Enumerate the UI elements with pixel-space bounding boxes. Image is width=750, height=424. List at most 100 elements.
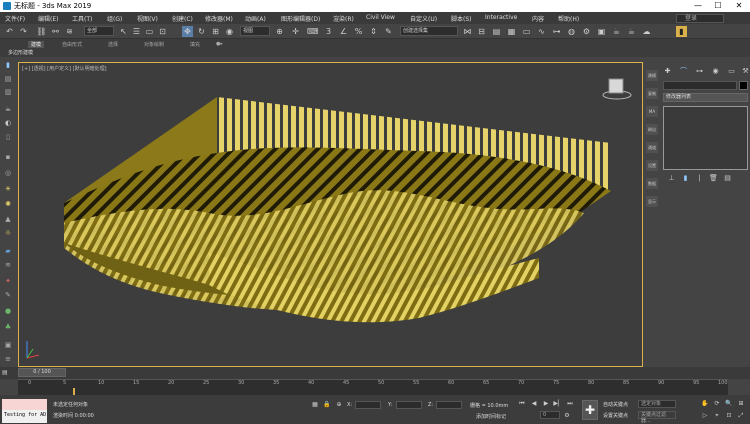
unlink-icon[interactable]: ⚯	[50, 26, 61, 37]
menu-help[interactable]: 帮助(H)	[558, 14, 579, 23]
configure-sets-icon[interactable]: ▤	[723, 174, 732, 183]
time-slider[interactable]: 0 / 100	[18, 368, 66, 377]
isolate-selection-icon[interactable]: ▦	[310, 400, 320, 409]
pin-stack-icon[interactable]: ⊥	[667, 174, 676, 183]
reference-coordinate-dropdown[interactable]: 视图	[240, 26, 270, 36]
bind-spacewarp-icon[interactable]: ≋	[64, 26, 75, 37]
select-object-icon[interactable]: ↖	[118, 26, 129, 37]
field-of-view-icon[interactable]: ▷	[700, 411, 710, 420]
ribbon-more-icon[interactable]: ●▸	[216, 41, 223, 47]
spinner-snap-icon[interactable]: ⇕	[368, 26, 379, 37]
zoom-icon[interactable]: 🔍	[724, 399, 734, 408]
ribbon-tab-modeling[interactable]: 建模	[28, 41, 45, 48]
side-tab-modeling[interactable]: 建模	[646, 70, 658, 81]
layer-explorer-icon[interactable]: ▦	[506, 26, 517, 37]
timeline-ruler[interactable]: 0 5 10 15 20 25 30 35 40 45 50 55 60 65 …	[18, 379, 728, 396]
ribbon-toggle-icon[interactable]: ▭	[521, 26, 532, 37]
current-frame-field[interactable]: 0	[540, 411, 560, 419]
menu-interactive[interactable]: Interactive	[485, 14, 517, 21]
ribbon-tab-selection[interactable]: 选择	[108, 41, 118, 48]
menu-scripting[interactable]: 脚本(S)	[451, 14, 472, 23]
cylinder-icon[interactable]: ▯	[3, 133, 13, 142]
key-filters-button[interactable]: 关键点过滤器...	[638, 411, 676, 424]
remove-modifier-icon[interactable]: 🗑	[709, 174, 718, 183]
previous-frame-icon[interactable]: ◀	[529, 399, 539, 408]
menu-content[interactable]: 内容	[532, 14, 544, 23]
set-key-button[interactable]: 设置关键点	[603, 412, 628, 419]
spacewarp-icon[interactable]: ≋	[3, 261, 13, 270]
percent-snap-icon[interactable]: %	[353, 26, 364, 37]
selection-region-icon[interactable]: ▭	[144, 26, 155, 37]
foliage-icon[interactable]: ♣	[3, 323, 13, 332]
render-setup-icon[interactable]: ⚙	[581, 26, 592, 37]
menu-graph-editors[interactable]: 图形编辑器(D)	[281, 14, 320, 23]
cloth-icon[interactable]: ▣	[3, 341, 13, 350]
object-name-field[interactable]	[663, 81, 737, 90]
orbit-icon[interactable]: ⟳	[712, 399, 722, 408]
camera-icon[interactable]: ▲	[3, 215, 13, 224]
menu-view[interactable]: 视图(V)	[137, 14, 158, 23]
utilities-tab-icon[interactable]: ⚒	[741, 67, 750, 76]
render-online-icon[interactable]: ☁	[641, 26, 652, 37]
schematic-view-icon[interactable]: ⊶	[551, 26, 562, 37]
make-unique-icon[interactable]: ∣	[695, 174, 704, 183]
motion-tab-icon[interactable]: ◉	[711, 67, 720, 76]
toggle-scene-explorer-icon[interactable]: ▤	[491, 26, 502, 37]
teapot-icon[interactable]: ☕	[3, 105, 13, 114]
maxscript-listener[interactable]: Testing for AD	[2, 399, 47, 423]
ribbon-tab-populate[interactable]: 填充	[190, 41, 200, 48]
pan-view-icon[interactable]: ✋	[700, 399, 710, 408]
ribbon-tab-freeform[interactable]: 自由形式	[62, 41, 82, 48]
place-icon[interactable]: ◉	[224, 26, 235, 37]
selection-filter-dropdown[interactable]: 全部	[84, 26, 114, 36]
render-production-icon[interactable]: ☕	[611, 26, 622, 37]
menu-civil-view[interactable]: Civil View	[366, 14, 395, 21]
named-selection-sets-dropdown[interactable]: 创建选择集	[400, 26, 458, 36]
maximize-viewport-icon[interactable]: ⤢	[736, 411, 746, 420]
minimize-button[interactable]: —	[690, 0, 706, 12]
menu-file[interactable]: 文件(F)	[5, 14, 25, 23]
auto-key-button[interactable]: 自动关键点	[603, 401, 628, 408]
next-frame-icon[interactable]: ▶▏	[553, 399, 563, 408]
show-end-result-icon[interactable]: ▮	[681, 174, 690, 183]
undo-icon[interactable]: ↶	[4, 26, 15, 37]
maximize-button[interactable]: ☐	[710, 0, 726, 12]
menu-customize[interactable]: 自定义(U)	[410, 14, 437, 23]
material-editor-icon[interactable]: ◍	[566, 26, 577, 37]
lock-selection-icon[interactable]: 🔒	[322, 400, 332, 409]
link-icon[interactable]: ⛓	[36, 26, 47, 37]
y-coordinate-field[interactable]	[396, 401, 422, 409]
modifier-stack[interactable]	[663, 106, 748, 170]
side-tab-copy[interactable]: 复制	[646, 88, 658, 99]
side-tab-brush[interactable]: 刷出	[646, 124, 658, 135]
redo-icon[interactable]: ↷	[18, 26, 29, 37]
go-to-end-icon[interactable]: ⏭	[565, 399, 575, 408]
system-icon[interactable]: ✦	[3, 277, 13, 286]
helper-icon[interactable]: ▰	[3, 247, 13, 256]
key-mode-dropdown[interactable]: 选定对象	[638, 400, 676, 408]
select-by-name-icon[interactable]: ☰	[131, 26, 142, 37]
display-tab-icon[interactable]: ▭	[727, 67, 736, 76]
modifier-list-dropdown[interactable]: 修改器列表	[663, 93, 748, 102]
add-time-tag[interactable]: 添加时间标记	[476, 413, 506, 420]
menu-rendering[interactable]: 渲染(R)	[333, 14, 354, 23]
light-icon[interactable]: ☼	[3, 229, 13, 238]
side-tab-channel[interactable]: 通道	[646, 142, 658, 153]
x-coordinate-field[interactable]	[355, 401, 381, 409]
menu-create[interactable]: 创建(C)	[172, 14, 193, 23]
time-configuration-icon[interactable]: ⚙	[562, 411, 572, 420]
particle-icon[interactable]: ●	[3, 307, 13, 316]
menu-group[interactable]: 组(G)	[107, 14, 122, 23]
hair-icon[interactable]: ≡	[3, 355, 13, 364]
pivot-center-icon[interactable]: ⊕	[274, 26, 285, 37]
angle-snap-icon[interactable]: ∠	[338, 26, 349, 37]
side-tab-data[interactable]: 数据	[646, 178, 658, 189]
open-explorer-icon[interactable]: ▮	[676, 26, 687, 37]
window-crossing-icon[interactable]: ⊡	[157, 26, 168, 37]
snaps-toggle-icon[interactable]: 3	[323, 26, 334, 37]
zoom-extents-icon[interactable]: ⊡	[724, 411, 734, 420]
set-key-icon[interactable]: ✚	[582, 400, 598, 420]
zoom-all-icon[interactable]: ⊞	[736, 399, 746, 408]
z-coordinate-field[interactable]	[436, 401, 462, 409]
menu-animation[interactable]: 动画(A)	[245, 14, 266, 23]
